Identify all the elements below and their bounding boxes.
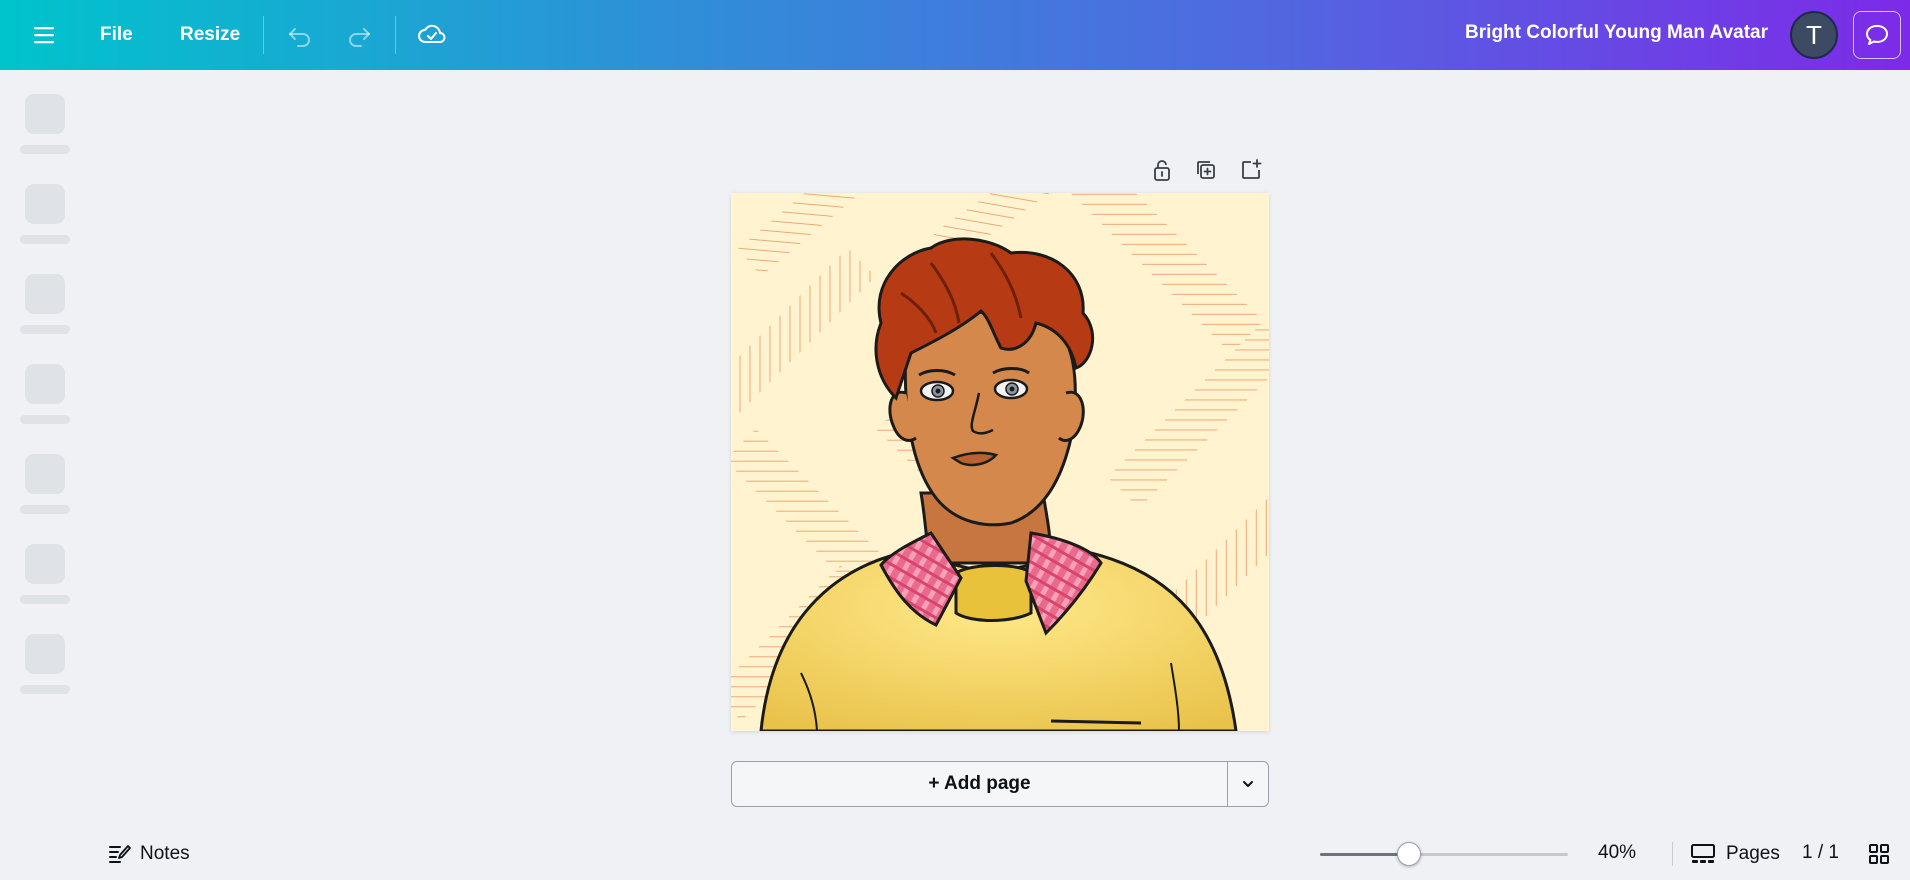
- placeholder-label: [20, 325, 70, 334]
- pages-button[interactable]: Pages: [1690, 840, 1780, 868]
- avatar-illustration: [731, 193, 1269, 731]
- zoom-slider-thumb[interactable]: [1397, 842, 1421, 866]
- page-count[interactable]: 1 / 1: [1802, 842, 1839, 864]
- document-title[interactable]: Bright Colorful Young Man Avatar: [1465, 22, 1768, 44]
- placeholder-label: [20, 595, 70, 604]
- placeholder-icon: [25, 634, 65, 674]
- placeholder-label: [20, 415, 70, 424]
- zoom-slider-track[interactable]: [1320, 853, 1568, 856]
- placeholder-icon: [25, 274, 65, 314]
- comments-button[interactable]: [1853, 11, 1901, 59]
- undo-icon: [289, 28, 310, 47]
- grid-view-button[interactable]: [1866, 841, 1892, 867]
- grid-view-icon: [1869, 844, 1889, 864]
- hamburger-menu-icon: [34, 27, 54, 44]
- add-page-icon: [1242, 159, 1262, 179]
- notes-icon: [109, 845, 131, 863]
- chevron-down-icon: [1243, 781, 1253, 787]
- toolbar-divider: [263, 16, 264, 54]
- add-page-options-button[interactable]: [1227, 761, 1269, 807]
- notes-label: Notes: [140, 843, 190, 864]
- cloud-check-icon: [418, 24, 446, 43]
- file-menu-button[interactable]: File: [90, 15, 143, 55]
- resize-button[interactable]: Resize: [170, 15, 250, 55]
- placeholder-icon: [25, 184, 65, 224]
- add-page-button[interactable]: + Add page: [731, 761, 1228, 807]
- add-page-icon-button[interactable]: [1236, 155, 1266, 185]
- redo-icon: [349, 28, 370, 47]
- duplicate-page-button[interactable]: [1191, 155, 1221, 185]
- zoom-value[interactable]: 40%: [1598, 842, 1636, 864]
- top-toolbar: File Resize Bright Colorful Young Man Av…: [0, 0, 1910, 70]
- save-status-button[interactable]: [412, 15, 452, 55]
- placeholder-icon: [25, 364, 65, 404]
- notes-button[interactable]: Notes: [108, 840, 190, 868]
- redo-button[interactable]: [339, 15, 379, 55]
- placeholder-label: [20, 505, 70, 514]
- design-canvas[interactable]: [731, 193, 1269, 731]
- lock-icon: [1154, 160, 1170, 181]
- pages-label: Pages: [1726, 843, 1780, 864]
- duplicate-page-icon: [1197, 161, 1215, 179]
- undo-button[interactable]: [280, 15, 320, 55]
- comment-icon: [1866, 25, 1888, 45]
- placeholder-label: [20, 145, 70, 154]
- placeholder-label: [20, 685, 70, 694]
- footer-divider: [1672, 842, 1673, 866]
- placeholder-icon: [25, 544, 65, 584]
- menu-button[interactable]: [24, 15, 64, 55]
- user-avatar[interactable]: T: [1790, 11, 1838, 59]
- placeholder-icon: [25, 454, 65, 494]
- zoom-slider-fill: [1320, 853, 1409, 856]
- placeholder-label: [20, 235, 70, 244]
- pages-icon: [1691, 844, 1715, 863]
- toolbar-divider: [395, 16, 396, 54]
- placeholder-icon: [25, 94, 65, 134]
- lock-page-button[interactable]: [1147, 155, 1177, 185]
